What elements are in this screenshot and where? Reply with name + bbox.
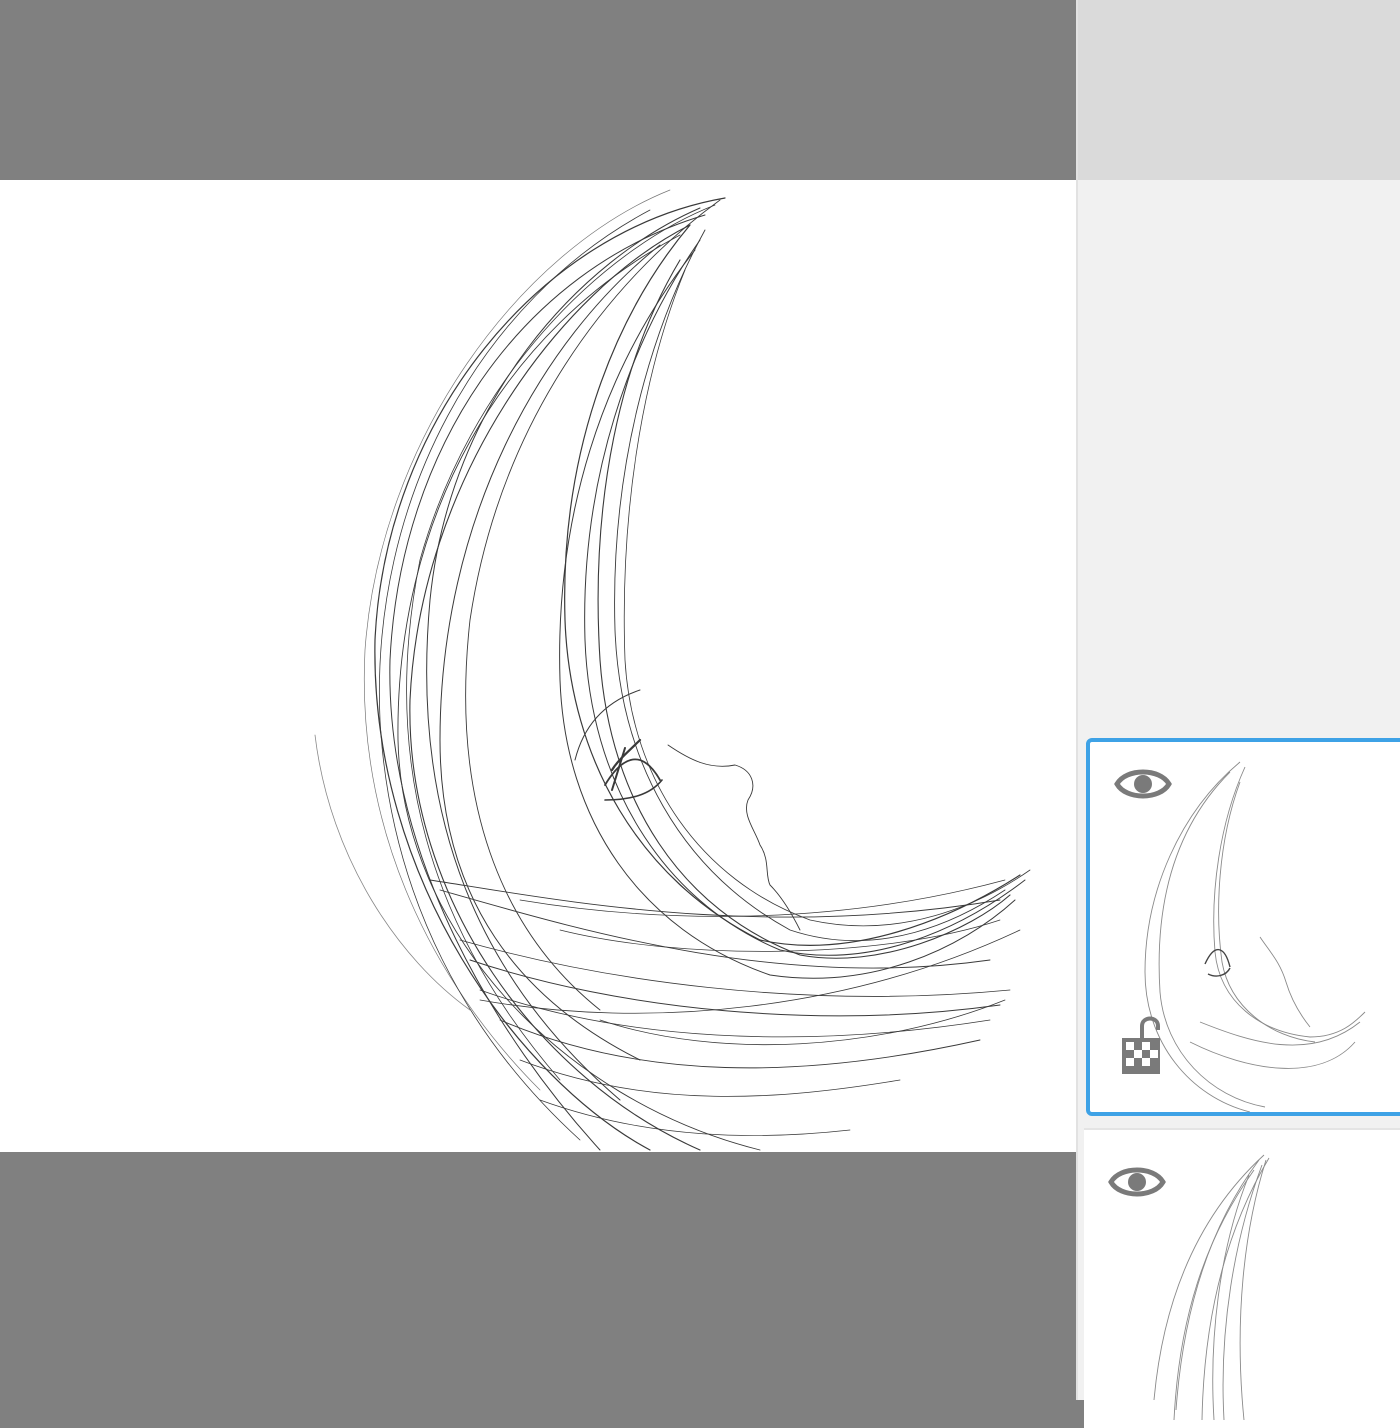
layer-row[interactable] [1084,1128,1400,1428]
eye-icon[interactable] [1108,1160,1166,1204]
moon-face-sketch [314,189,1031,1151]
layer-row-selected[interactable] [1086,738,1400,1116]
layers-panel-header [1078,0,1400,180]
layers-panel [1076,0,1400,1428]
drawing-canvas[interactable] [0,180,1076,1152]
eye-icon[interactable] [1114,762,1172,806]
alpha-lock-icon[interactable] [1120,1010,1162,1076]
workspace [0,0,1076,1400]
